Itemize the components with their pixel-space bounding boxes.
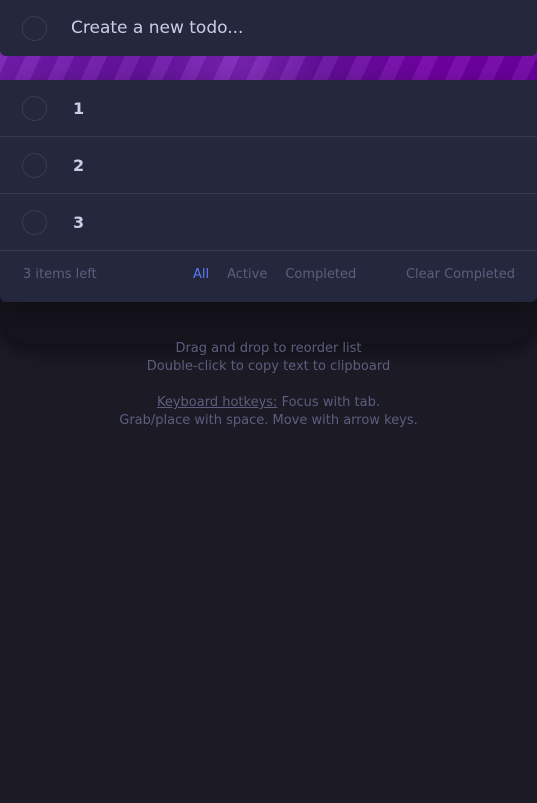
todo-text: 1 — [73, 98, 85, 118]
hint-hotkeys: Keyboard hotkeys: Focus with tab. — [0, 394, 537, 412]
todo-checkbox[interactable] — [22, 95, 47, 121]
items-left-count: 3 items left — [23, 267, 97, 282]
todo-text: 2 — [73, 155, 85, 175]
todo-item[interactable]: 2 — [0, 137, 537, 194]
new-todo-bar — [0, 0, 537, 56]
filter-group: All Active Completed — [193, 267, 356, 282]
todo-text: 3 — [73, 212, 85, 232]
todo-app: 1 2 3 3 items left All Active Completed … — [0, 0, 537, 803]
filter-completed[interactable]: Completed — [285, 267, 356, 282]
new-todo-input[interactable] — [71, 13, 491, 43]
todo-item[interactable]: 1 — [0, 80, 537, 137]
usage-hints: Drag and drop to reorder list Double-cli… — [0, 340, 537, 430]
hint-focus-tab: Focus with tab. — [277, 395, 380, 410]
keyboard-hotkeys-link[interactable]: Keyboard hotkeys: — [157, 395, 277, 410]
todo-item[interactable]: 3 — [0, 194, 537, 251]
filter-active[interactable]: Active — [227, 267, 267, 282]
todo-checkbox[interactable] — [22, 209, 47, 235]
todo-list: 1 2 3 3 items left All Active Completed … — [0, 80, 537, 302]
clear-completed-button[interactable]: Clear Completed — [406, 267, 515, 282]
hint-drag-drop: Drag and drop to reorder list — [175, 341, 362, 356]
hint-double-click: Double-click to copy text to clipboard — [146, 359, 391, 374]
hint-spacer — [0, 376, 537, 394]
hint-grab-place: Grab/place with space. Move with arrow k… — [119, 413, 418, 428]
filter-all[interactable]: All — [193, 267, 209, 282]
list-footer: 3 items left All Active Completed Clear … — [0, 251, 537, 302]
new-todo-circle-icon — [22, 15, 47, 41]
todo-checkbox[interactable] — [22, 152, 47, 178]
